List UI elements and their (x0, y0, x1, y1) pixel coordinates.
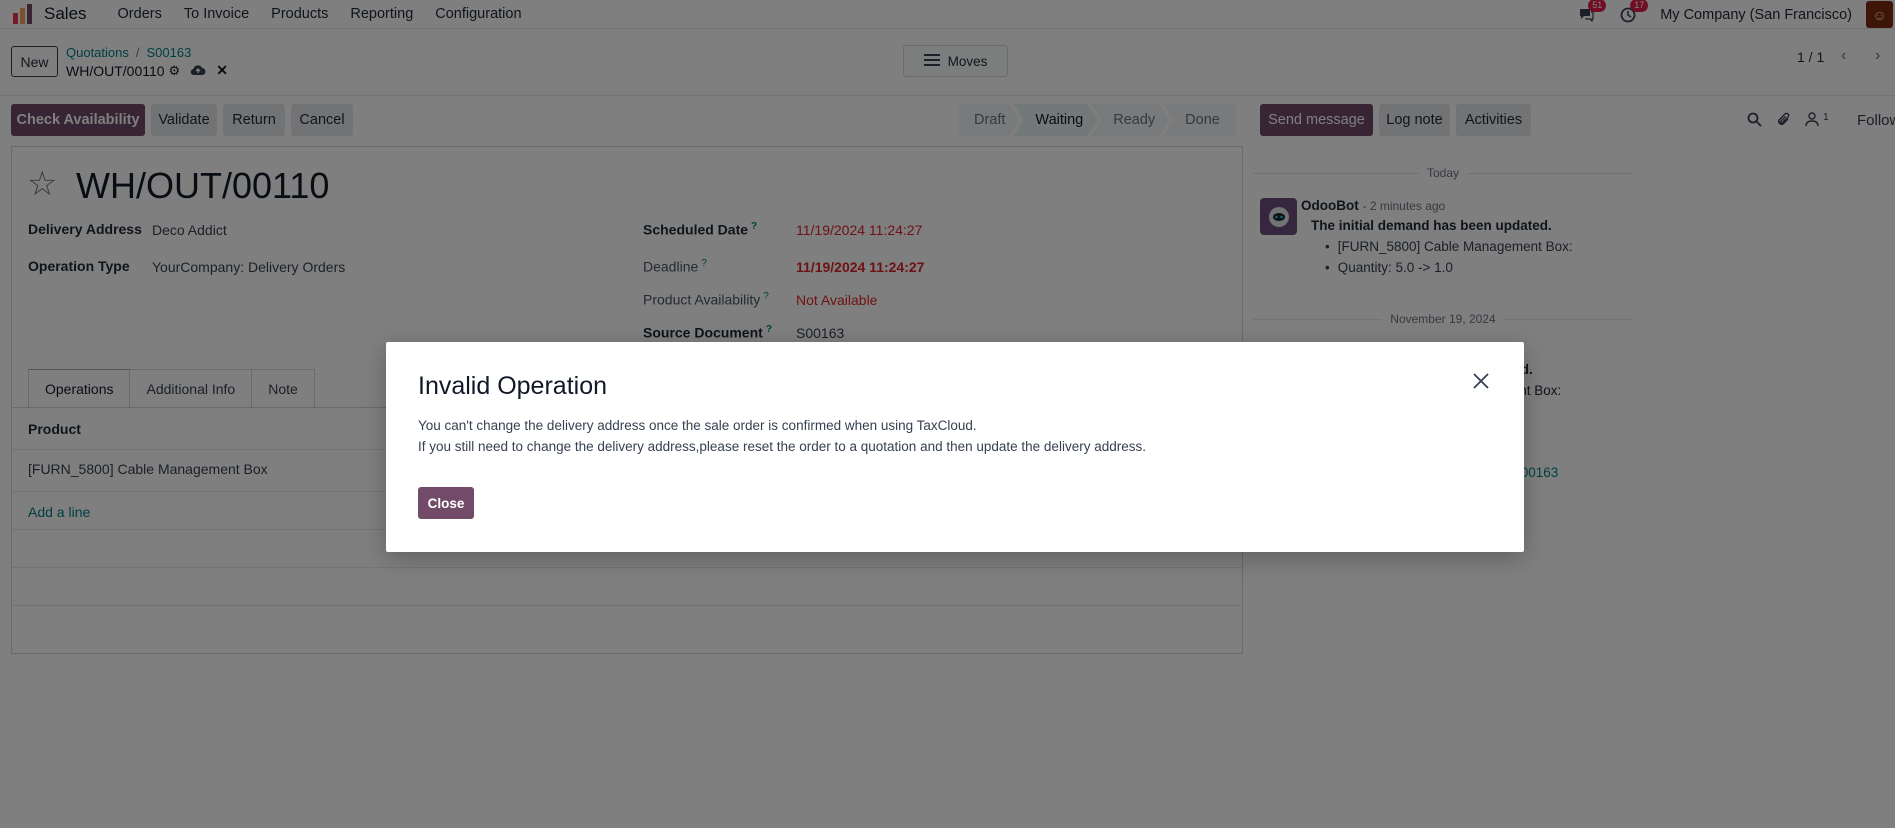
close-icon[interactable] (1472, 372, 1490, 394)
dialog-message-line: If you still need to change the delivery… (418, 439, 1146, 454)
invalid-operation-dialog: Invalid Operation You can't change the d… (386, 342, 1524, 552)
close-button[interactable]: Close (418, 487, 474, 519)
dialog-message-line: You can't change the delivery address on… (418, 418, 977, 433)
dialog-title: Invalid Operation (418, 372, 608, 400)
dialog-body: You can't change the delivery address on… (418, 415, 1146, 457)
